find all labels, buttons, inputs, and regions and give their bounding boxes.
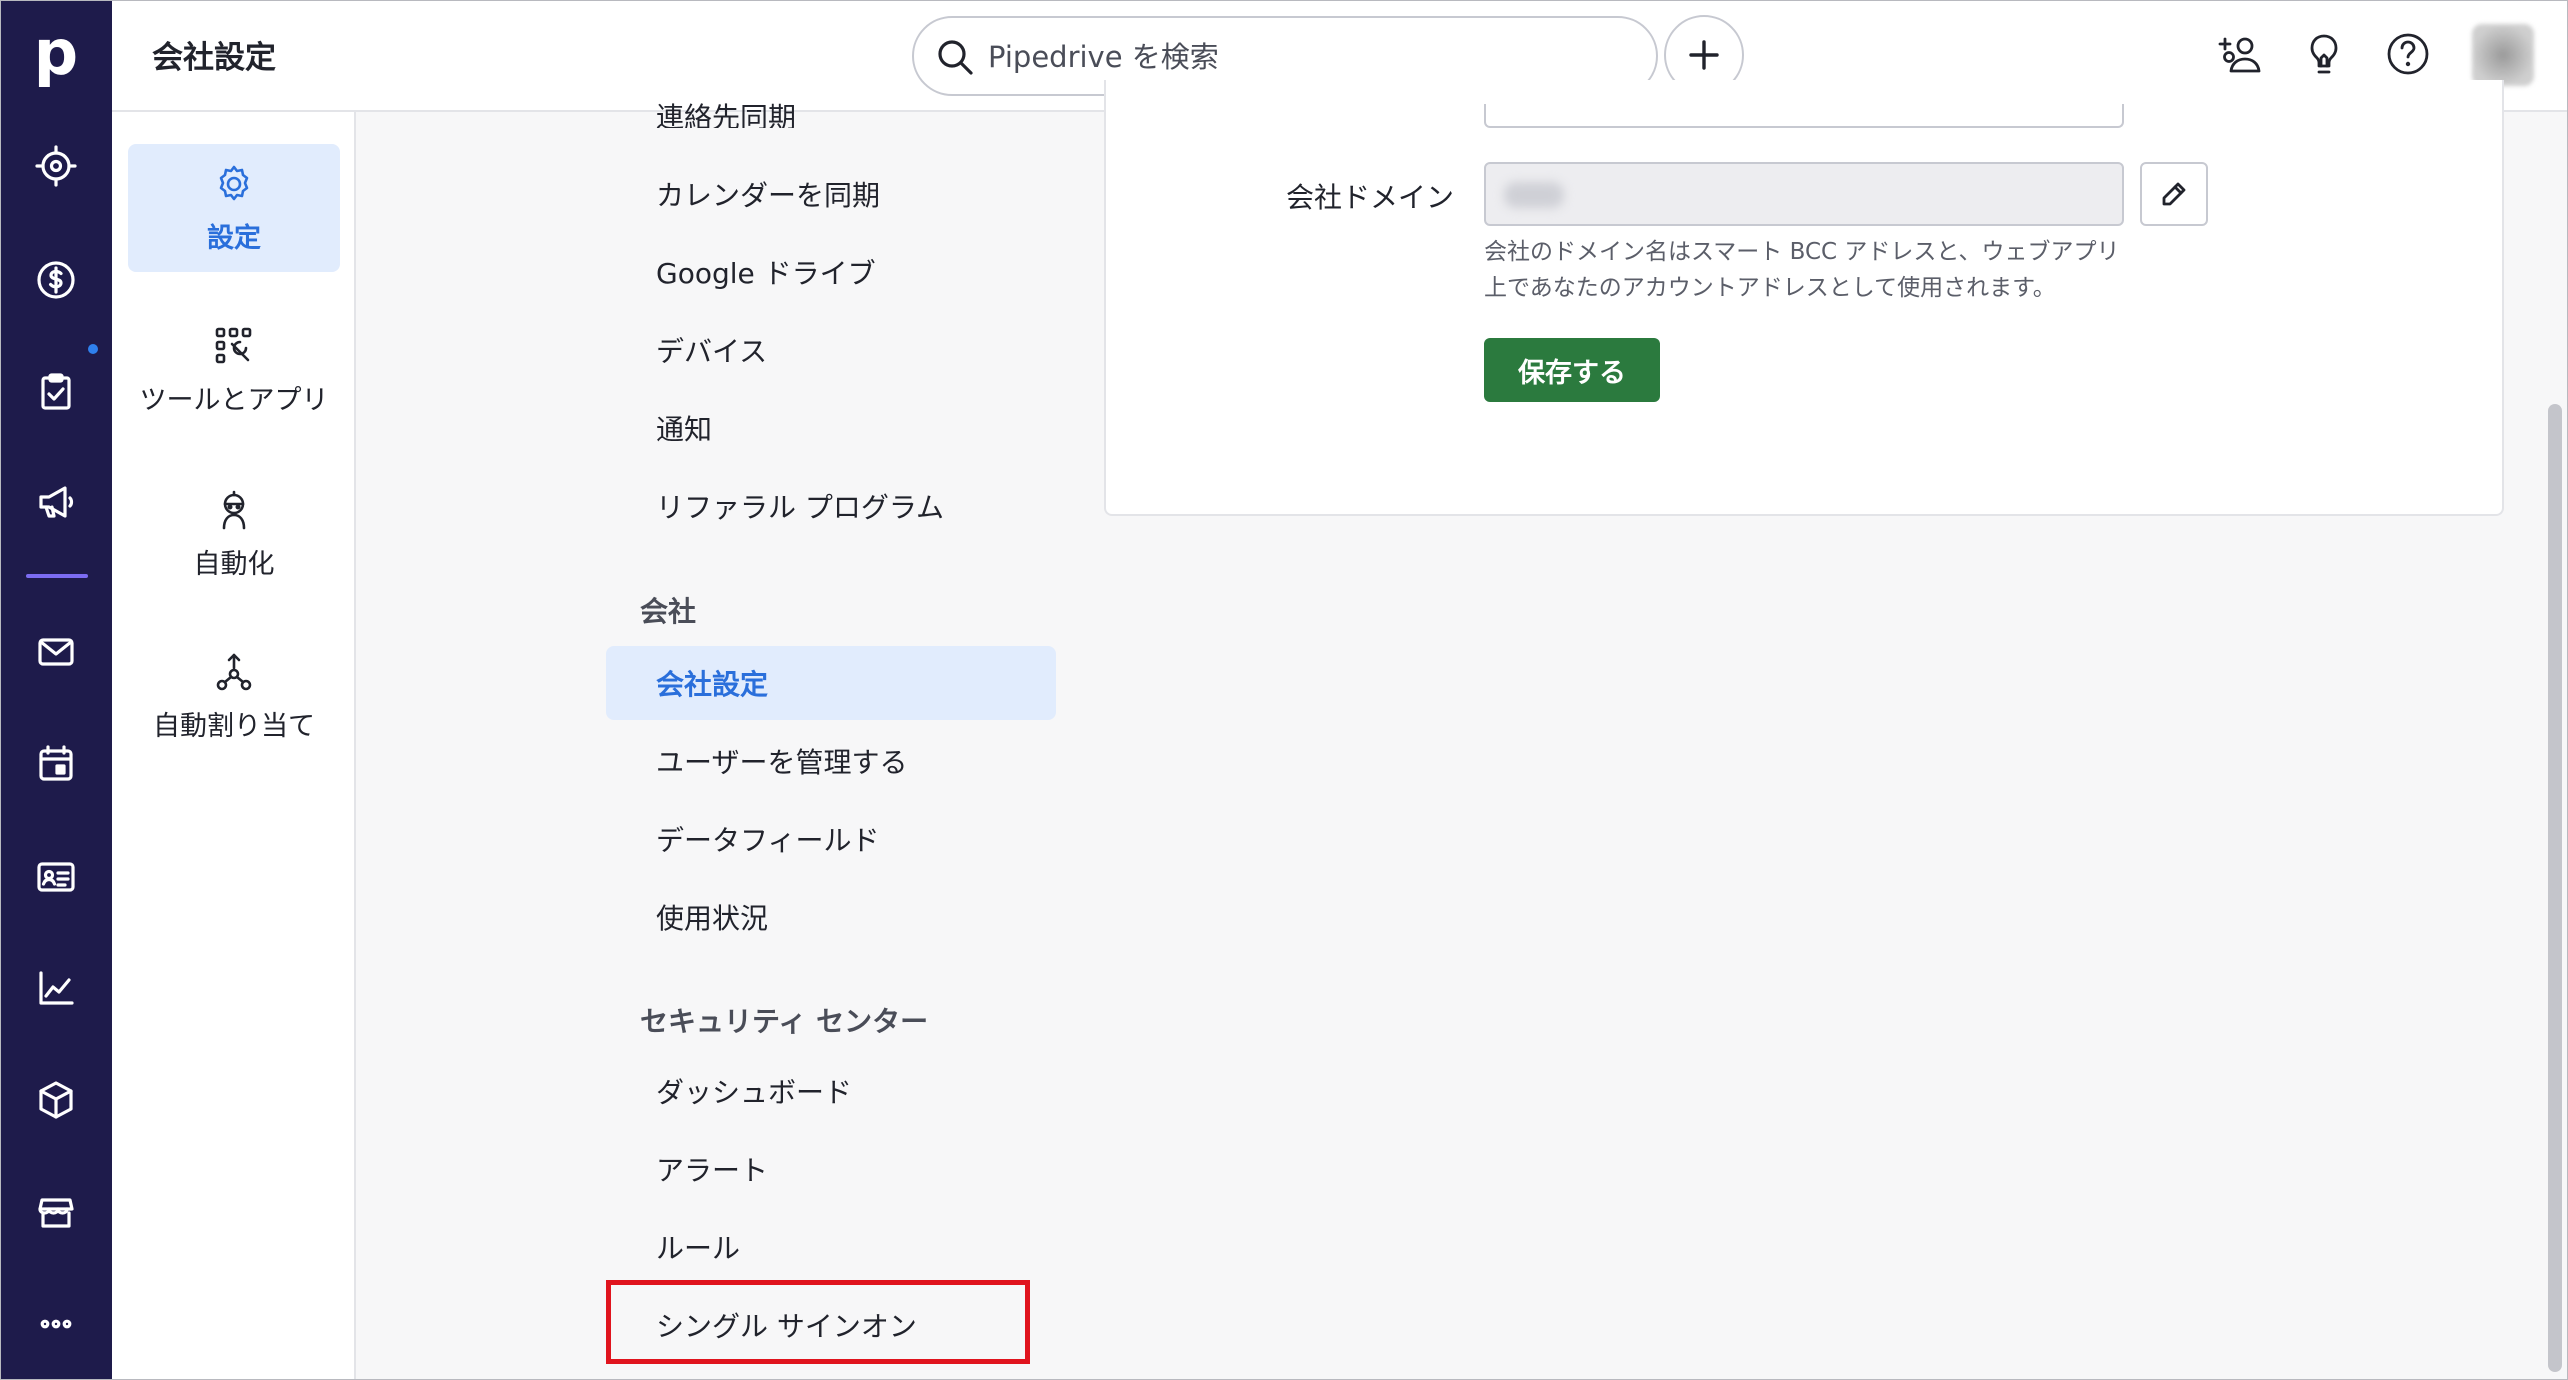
subnav-item-dashboard[interactable]: ダッシュボード bbox=[606, 1054, 1056, 1128]
rail-divider bbox=[26, 574, 88, 578]
annotation-highlight-box bbox=[606, 1280, 1030, 1364]
chart-icon bbox=[39, 971, 74, 1005]
search-input[interactable] bbox=[986, 30, 1630, 84]
domain-help-text: 会社のドメイン名はスマート BCC アドレスと、ウェブアプリ上であなたのアカウン… bbox=[1484, 239, 2120, 301]
rail-campaigns-megaphone-icon[interactable] bbox=[0, 466, 112, 538]
rail-contacts-card-icon[interactable] bbox=[0, 840, 112, 912]
category-auto-assignment[interactable]: 自動割り当て bbox=[128, 632, 340, 760]
subnav-item-label: 使用状況 bbox=[656, 902, 769, 935]
contact-card-icon bbox=[37, 862, 75, 892]
lightbulb-icon bbox=[2310, 34, 2338, 74]
subnav-item-usage[interactable]: 使用状況 bbox=[606, 880, 1056, 954]
rail-mail-icon-button[interactable] bbox=[0, 616, 112, 688]
plus-icon bbox=[1689, 40, 1719, 70]
rail-deals-dollar-icon[interactable] bbox=[0, 244, 112, 316]
subnav-item-alerts[interactable]: アラート bbox=[606, 1132, 1056, 1206]
subnav-item-label: デバイス bbox=[656, 335, 768, 368]
subnav-item-label: ユーザーを管理する bbox=[656, 746, 908, 779]
subnav-item-company-settings[interactable]: 会社設定 bbox=[606, 646, 1056, 720]
subnav-item-manage-users[interactable]: ユーザーを管理する bbox=[606, 724, 1056, 798]
avatar[interactable] bbox=[2472, 24, 2534, 86]
scrollbar-thumb[interactable] bbox=[2548, 404, 2562, 1372]
category-settings[interactable]: 設定 bbox=[128, 144, 340, 272]
subnav-heading-security-center: セキュリティ センター bbox=[640, 1005, 929, 1038]
settings-categories: 設定 ツールとアプリ 自動化 自動割り当て bbox=[112, 112, 356, 1380]
pencil-icon bbox=[2162, 182, 2186, 206]
subnav-item-notifications[interactable]: 通知 bbox=[606, 391, 1056, 465]
category-tools-and-apps[interactable]: ツールとアプリ bbox=[128, 306, 340, 434]
rail-leads-target-icon[interactable] bbox=[0, 130, 112, 202]
subnav-item-label: ルール bbox=[656, 1232, 741, 1265]
subnav-item-rules[interactable]: ルール bbox=[606, 1210, 1056, 1284]
rail-products-box-icon[interactable] bbox=[0, 1064, 112, 1136]
save-button[interactable]: 保存する bbox=[1484, 338, 1660, 402]
subnav-item-contact-sync[interactable]: 連絡先同期 bbox=[606, 82, 1056, 128]
help-icon bbox=[2387, 33, 2429, 75]
subnav-item-label: 連絡先同期 bbox=[656, 101, 797, 128]
company-domain-field bbox=[1484, 162, 2124, 226]
redacted-domain-value bbox=[1504, 182, 1564, 208]
subnav-item-label: 通知 bbox=[656, 413, 713, 446]
subnav-heading-company: 会社 bbox=[640, 595, 697, 628]
add-user-icon bbox=[2218, 37, 2261, 73]
subnav-item-label: 会社設定 bbox=[656, 668, 769, 701]
company-domain-label: 会社ドメイン bbox=[1286, 181, 1455, 214]
company-name-field[interactable] bbox=[1484, 104, 2124, 128]
help-button[interactable] bbox=[2380, 26, 2436, 82]
subnav-item-calendar-sync[interactable]: カレンダーを同期 bbox=[606, 157, 1056, 231]
edit-domain-button[interactable] bbox=[2140, 162, 2208, 226]
subnav-item-data-fields[interactable]: データフィールド bbox=[606, 802, 1056, 876]
invite-users-button[interactable] bbox=[2212, 26, 2268, 82]
category-automation[interactable]: 自動化 bbox=[128, 470, 340, 598]
subnav-item-label: Google ドライブ bbox=[656, 257, 876, 290]
pipedrive-logo[interactable]: p bbox=[30, 16, 82, 89]
box-icon bbox=[39, 1081, 73, 1119]
calendar-icon bbox=[39, 745, 73, 781]
category-label: 自動割り当て bbox=[153, 710, 315, 742]
subnav-item-label: アラート bbox=[656, 1154, 769, 1187]
subnav-item-label: カレンダーを同期 bbox=[656, 179, 881, 212]
more-icon bbox=[40, 1319, 72, 1329]
subnav-item-referral-program[interactable]: リファラル プログラム bbox=[606, 469, 1056, 543]
robot-icon bbox=[222, 490, 246, 529]
notification-dot bbox=[88, 344, 98, 354]
rail-calendar-icon-button[interactable] bbox=[0, 728, 112, 800]
dollar-icon bbox=[37, 261, 75, 299]
gear-icon bbox=[219, 165, 249, 200]
search-icon bbox=[938, 40, 973, 75]
category-label: 設定 bbox=[207, 222, 261, 254]
mail-icon bbox=[38, 638, 74, 666]
subnav-item-label: データフィールド bbox=[656, 824, 880, 857]
category-label: ツールとアプリ bbox=[139, 384, 329, 416]
rail-activities-clipboard-icon[interactable] bbox=[0, 356, 112, 428]
app-rail: p bbox=[0, 0, 112, 1380]
store-icon bbox=[38, 1198, 74, 1228]
subnav-item-label: ダッシュボード bbox=[656, 1076, 853, 1109]
assignment-icon bbox=[216, 653, 252, 690]
subnav-item-google-drive[interactable]: Google ドライブ bbox=[606, 235, 1056, 309]
tools-icon bbox=[215, 327, 252, 363]
target-icon bbox=[35, 145, 77, 187]
tips-button[interactable] bbox=[2296, 26, 2352, 82]
rail-marketplace-store-icon[interactable] bbox=[0, 1176, 112, 1248]
page-title: 会社設定 bbox=[152, 40, 276, 76]
subnav-item-label: リファラル プログラム bbox=[656, 491, 945, 524]
rail-more-icon[interactable] bbox=[0, 1288, 112, 1360]
category-label: 自動化 bbox=[193, 548, 275, 580]
subnav-item-devices[interactable]: デバイス bbox=[606, 313, 1056, 387]
megaphone-icon bbox=[39, 486, 74, 518]
rail-insights-chart-icon[interactable] bbox=[0, 952, 112, 1024]
clipboard-check-icon bbox=[41, 373, 71, 410]
